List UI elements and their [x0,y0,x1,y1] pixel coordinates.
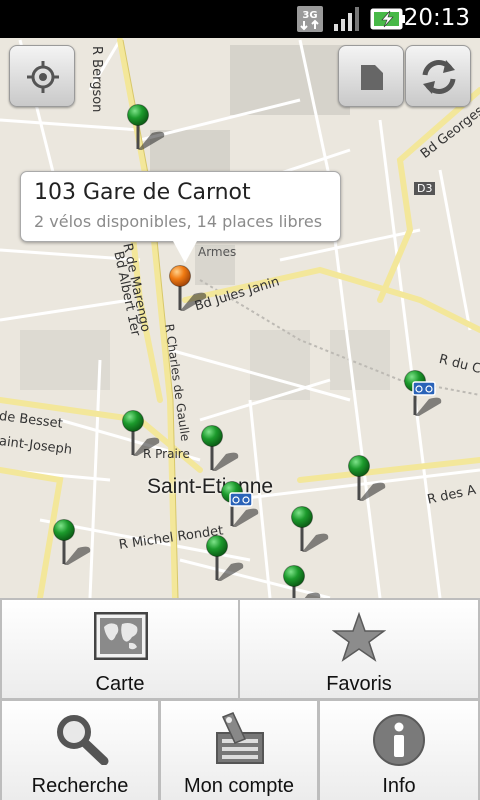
layers-icon [361,65,383,90]
station-marker[interactable] [206,535,244,582]
callout-pointer [173,241,197,263]
menu-label: Favoris [326,673,392,695]
menu-label: Mon compte [183,775,295,797]
battery-charging-icon [370,8,405,30]
station-marker[interactable] [122,410,160,457]
station-marker[interactable] [348,455,386,502]
station-marker[interactable] [283,565,321,599]
menu-label: Recherche [31,775,129,797]
clock: 20:13 [403,5,470,31]
menu-item-mon-compte[interactable]: Mon compte [161,701,317,800]
menu-item-carte[interactable]: Carte [2,600,238,698]
star-icon [332,612,386,662]
station-availability: 2 vélos disponibles, 14 places libres [34,212,323,231]
menu-item-recherche[interactable]: Recherche [2,701,158,800]
map-icon [94,612,148,660]
selected-station-marker[interactable] [169,265,207,312]
station-info-callout[interactable]: 103 Gare de Carnot 2 vélos disponibles, … [20,171,341,263]
refresh-button[interactable] [405,45,471,107]
station-marker[interactable] [201,425,239,472]
svg-text:3G: 3G [302,10,317,21]
options-menu: Carte Favoris Recherche Mon compte Info [0,598,480,800]
station-name: 103 Gare de Carnot [34,180,251,205]
locate-button[interactable] [9,45,75,107]
station-marker[interactable] [404,370,442,417]
status-bar: 3G 20:13 [0,0,480,38]
menu-label: Carte [95,673,145,695]
menu-item-favoris[interactable]: Favoris [240,600,478,698]
info-icon [373,714,425,766]
account-card-icon [216,712,264,764]
search-icon [57,715,109,765]
refresh-icon [422,60,456,94]
layers-button[interactable] [338,45,404,107]
station-marker[interactable] [221,481,259,528]
station-marker[interactable] [291,506,329,553]
locate-icon [27,61,59,93]
station-markers [53,104,442,599]
3g-data-icon: 3G [297,6,323,32]
signal-strength-icon [334,7,359,31]
station-marker[interactable] [127,104,165,151]
station-marker[interactable] [53,519,91,566]
menu-label: Info [382,775,416,797]
menu-item-info[interactable]: Info [320,701,478,800]
map-view[interactable]: R Bergson Bd Georges D3 R de Marengo Bd … [0,38,480,598]
